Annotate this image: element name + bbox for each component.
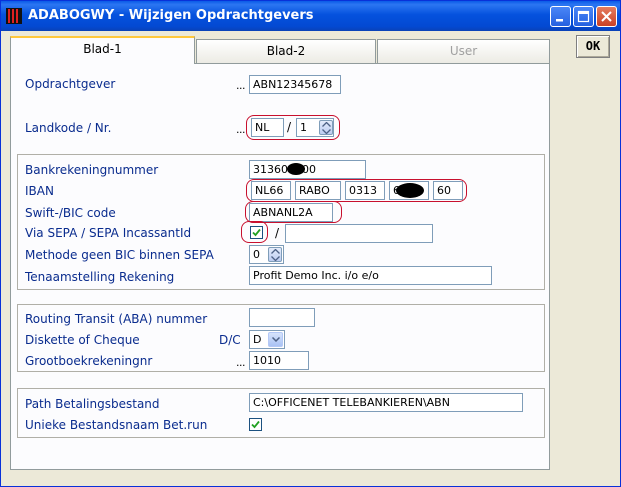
app-icon[interactable] (6, 8, 22, 24)
path-label: Path Betalingsbestand (25, 397, 160, 411)
window-title: ADABOGWY - Wijzigen Opdrachtgevers (28, 8, 314, 23)
maximize-button[interactable] (573, 6, 594, 27)
iban-label: IBAN (25, 184, 54, 198)
methode-bic-spinner[interactable] (268, 247, 282, 262)
unieke-checkbox[interactable] (249, 418, 262, 431)
title-bar[interactable]: ADABOGWY - Wijzigen Opdrachtgevers (1, 1, 620, 31)
grootboek-input[interactable]: 1010 (249, 351, 309, 370)
landkode-nr-spinner[interactable] (319, 120, 333, 135)
checkmark-icon (252, 228, 261, 237)
ok-button[interactable]: OK (576, 35, 610, 58)
tab-blad-1[interactable]: Blad-1 (10, 36, 195, 64)
tenaamstelling-input[interactable]: Profit Demo Inc. i/o e/o (249, 266, 492, 285)
grootboek-lookup-dots[interactable]: ... (236, 356, 246, 369)
routing-label: Routing Transit (ABA) nummer (25, 312, 208, 326)
via-sepa-label: Via SEPA / SEPA IncassantId (25, 226, 192, 240)
iban-country-input[interactable]: NL66 (251, 181, 291, 200)
dropdown-arrow-icon (272, 337, 280, 342)
methode-bic-label: Methode geen BIC binnen SEPA (25, 248, 214, 262)
tab-user: User (377, 39, 550, 63)
close-icon (601, 11, 612, 22)
sepa-separator: / (275, 226, 280, 240)
unieke-label: Unieke Bestandsnaam Bet.run (25, 418, 208, 432)
minimize-icon (556, 19, 563, 22)
checkmark-icon (251, 420, 260, 429)
redaction-mark (287, 163, 305, 175)
iban-bank-input[interactable]: RABO (295, 181, 341, 200)
bankrekening-label: Bankrekeningnummer (25, 163, 159, 177)
minimize-button[interactable] (550, 6, 571, 27)
opdrachtgever-label: Opdrachtgever (25, 77, 116, 91)
spin-up-icon (322, 122, 331, 127)
close-button[interactable] (596, 6, 617, 27)
diskette-dropdown-button[interactable] (268, 332, 283, 347)
tenaamstelling-label: Tenaamstelling Rekening (25, 270, 175, 284)
grootboek-label: Grootboekrekeningnr (25, 354, 153, 368)
maximize-icon (577, 10, 590, 23)
landkode-separator: / (287, 120, 292, 134)
path-input[interactable]: C:\OFFICENET TELEBANKIEREN\ABN (249, 393, 523, 412)
bankrekening-input[interactable]: 313606000 (249, 160, 366, 179)
spin-down-icon (271, 256, 280, 261)
swift-label: Swift-/BIC code (25, 206, 116, 220)
routing-input[interactable] (249, 308, 315, 327)
iban-block-3-input[interactable]: 0313 (345, 181, 385, 200)
via-sepa-checkbox[interactable] (250, 226, 263, 239)
iban-block-5-input[interactable]: 60 (433, 181, 463, 200)
diskette-label: Diskette of Cheque (25, 333, 140, 347)
landkode-input[interactable]: NL (251, 118, 284, 137)
swift-input[interactable]: ABNANL2A (249, 203, 333, 222)
spin-up-icon (271, 249, 280, 254)
opdrachtgever-lookup-dots[interactable]: ... (236, 79, 246, 92)
landkode-lookup-dots[interactable]: ... (236, 123, 246, 136)
sepa-incassant-id-input[interactable] (285, 224, 433, 243)
spin-down-icon (322, 129, 331, 134)
opdrachtgever-input[interactable]: ABN12345678 (249, 75, 341, 94)
main-window: ADABOGWY - Wijzigen Opdrachtgevers Blad-… (0, 0, 621, 487)
dc-label: D/C (219, 333, 241, 347)
landkode-label: Landkode / Nr. (25, 121, 112, 135)
redaction-mark (396, 183, 424, 198)
tab-blad-2[interactable]: Blad-2 (196, 39, 376, 63)
